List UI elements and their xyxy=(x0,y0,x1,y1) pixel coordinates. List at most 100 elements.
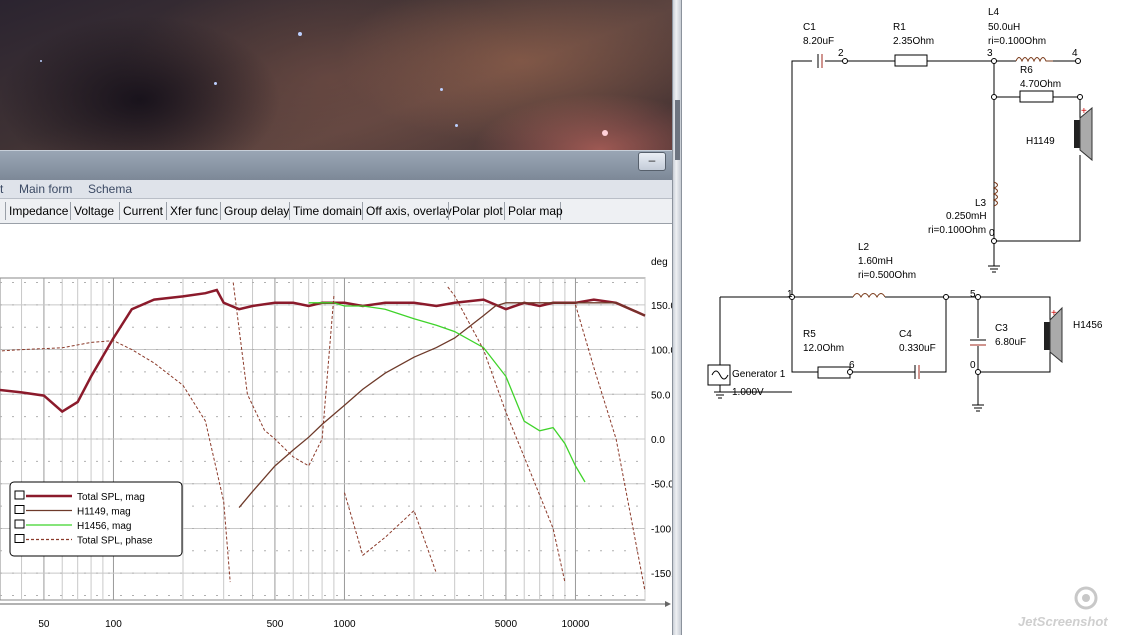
inductor-l2[interactable] xyxy=(852,293,886,299)
resistor-r1[interactable] xyxy=(894,54,928,67)
tab-voltage[interactable]: Voltage xyxy=(70,202,118,220)
r6-value: 4.70Ohm xyxy=(1020,79,1061,90)
generator-icon[interactable] xyxy=(707,364,731,386)
inductor-l4[interactable] xyxy=(1015,57,1053,63)
schematic-pane: + + C1 8.20uF 2 R1 2.35Ohm L4 50.0uH ri=… xyxy=(682,0,1127,635)
y-tick-label: 100.0 xyxy=(651,346,672,357)
r6-name: R6 xyxy=(1020,65,1033,76)
node-label-4: 4 xyxy=(1072,48,1078,59)
tab-time-domain[interactable]: Time domain xyxy=(289,202,362,220)
y-tick-label: -50.0 xyxy=(651,480,672,491)
series-line-h1149-mag xyxy=(238,302,646,509)
menu-item-main-form[interactable]: Main form xyxy=(19,182,72,196)
star xyxy=(298,32,302,36)
star xyxy=(455,124,458,127)
node-label-0-top: 0 xyxy=(989,228,995,239)
l4-name: L4 xyxy=(988,7,1000,18)
c4-name: C4 xyxy=(899,329,912,340)
watermark-logo: JetScreenshot xyxy=(1018,586,1108,629)
schematic-svg: + + C1 8.20uF 2 R1 2.35Ohm L4 50.0uH ri=… xyxy=(707,7,1103,412)
r5-name: R5 xyxy=(803,329,816,340)
capacitor-c3[interactable] xyxy=(970,339,986,346)
star xyxy=(440,88,443,91)
menu-item-part[interactable]: t xyxy=(0,182,3,196)
l3-ri: ri=0.100Ohm xyxy=(928,225,986,236)
window-titlebar[interactable] xyxy=(0,150,672,181)
y-tick-label: 150.0 xyxy=(651,301,672,312)
scrollbar-thumb[interactable] xyxy=(675,100,680,160)
speaker-h1456-icon[interactable]: + xyxy=(1044,306,1063,364)
node-label-1: 1 xyxy=(787,289,793,300)
capacitor-c1[interactable] xyxy=(817,54,823,68)
r1-name: R1 xyxy=(893,22,906,33)
chart-svg: 150.0 100.0 50.0 0.0 -50.0 -100.0 -150.0 50 100… xyxy=(0,257,680,630)
tab-impedance[interactable]: Impedance xyxy=(5,202,69,220)
y-tick-label: -100.0 xyxy=(651,524,672,535)
r5-value: 12.0Ohm xyxy=(803,343,844,354)
legend-checkbox xyxy=(14,490,25,500)
series-line-h1456-mag xyxy=(308,302,586,483)
tab-group-delay[interactable]: Group delay xyxy=(220,202,289,220)
tab-current[interactable]: Current xyxy=(119,202,165,220)
tab-polar-plot[interactable]: Polar plot xyxy=(448,202,503,220)
generator-name: Generator 1 xyxy=(732,369,786,380)
c4-value: 0.330uF xyxy=(899,343,936,354)
node-label-5: 5 xyxy=(970,289,976,300)
resistor-r5[interactable] xyxy=(817,366,851,379)
l2-ri: ri=0.500Ohm xyxy=(858,270,916,281)
x-tick-label: 5000 xyxy=(495,619,518,630)
node-markers xyxy=(789,58,1083,375)
capacitor-c4[interactable] xyxy=(914,365,920,379)
l2-name: L2 xyxy=(858,242,870,253)
y-axis-ticks: 150.0 100.0 50.0 0.0 -50.0 -100.0 -150.0 xyxy=(651,301,680,580)
y-tick-label: 50.0 xyxy=(651,390,671,401)
inductor-l3[interactable] xyxy=(992,181,998,207)
c1-name: C1 xyxy=(803,22,816,33)
x-tick-label: 10000 xyxy=(562,619,590,630)
series-line-total-spl-phase xyxy=(575,304,646,592)
legend-checkbox xyxy=(14,505,25,514)
h1456-label: H1456 xyxy=(1073,320,1103,331)
star xyxy=(602,130,608,136)
x-tick-label: 50 xyxy=(38,619,50,630)
minimize-button[interactable]: – xyxy=(638,152,666,171)
tab-off-axis-overlay[interactable]: Off axis, overlay xyxy=(362,202,452,220)
l2-value: 1.60mH xyxy=(858,256,893,267)
tab-bar: Impedance Voltage Current Xfer func Grou… xyxy=(0,199,672,224)
x-tick-label: 500 xyxy=(267,619,284,630)
series-line-total-spl-phase xyxy=(344,492,437,574)
x-tick-label: 100 xyxy=(105,619,122,630)
node-label-2: 2 xyxy=(838,48,844,59)
r1-value: 2.35Ohm xyxy=(893,36,934,47)
svg-text:+: + xyxy=(1051,308,1057,319)
menu-item-schema[interactable]: Schema xyxy=(88,182,132,196)
x-tick-label: 1000 xyxy=(333,619,356,630)
y-axis-unit-label: deg xyxy=(651,257,668,268)
legend-entry: H1456, mag xyxy=(77,521,131,532)
c1-value: 8.20uF xyxy=(803,36,834,47)
y-tick-label: -150.0 xyxy=(651,569,672,580)
menu-bar: t Main form Schema xyxy=(0,180,672,199)
generator-value: 1.000V xyxy=(732,387,764,398)
l3-value: 0.250mH xyxy=(946,211,987,222)
c3-name: C3 xyxy=(995,323,1008,334)
resistor-r6[interactable] xyxy=(1019,90,1054,103)
star xyxy=(40,60,42,62)
speaker-h1149-icon[interactable]: + xyxy=(1074,106,1093,162)
series-line-total-spl-phase xyxy=(232,282,335,467)
node-label-3: 3 xyxy=(987,48,993,59)
pane-splitter[interactable] xyxy=(672,0,682,635)
l3-name: L3 xyxy=(975,198,987,209)
frequency-response-graph[interactable]: 150.0 100.0 50.0 0.0 -50.0 -100.0 -150.0 50 100… xyxy=(0,224,680,635)
star xyxy=(214,82,217,85)
x-axis-ticks: 50 100 500 1000 5000 10000 xyxy=(0,601,671,630)
legend-entry: H1149, mag xyxy=(77,507,131,518)
h1149-label: H1149 xyxy=(1026,136,1055,147)
l4-ri: ri=0.100Ohm xyxy=(988,36,1046,47)
tab-xfer-func[interactable]: Xfer func xyxy=(166,202,219,220)
legend-checkbox xyxy=(14,519,25,529)
c3-value: 6.80uF xyxy=(995,337,1026,348)
legend-checkbox xyxy=(14,534,25,543)
y-tick-label: 0.0 xyxy=(651,435,665,446)
tab-polar-map[interactable]: Polar map xyxy=(504,202,563,220)
